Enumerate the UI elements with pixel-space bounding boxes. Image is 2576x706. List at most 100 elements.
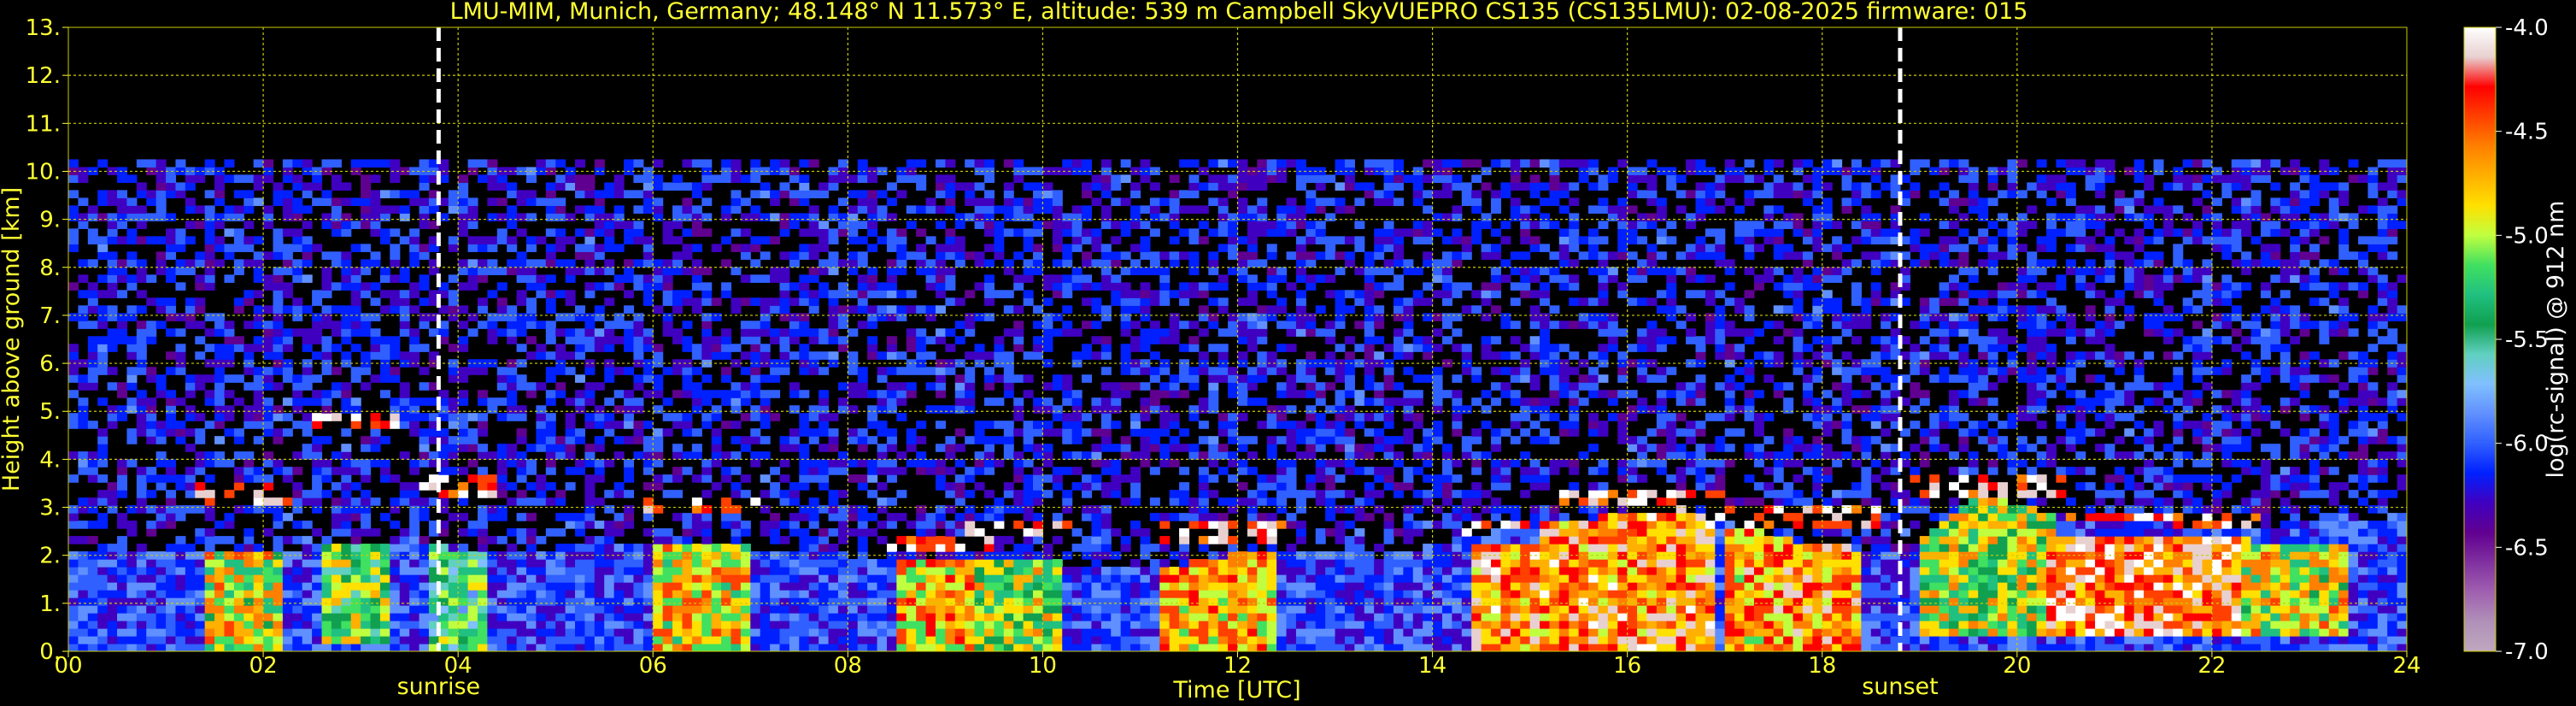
heatmap-cell <box>263 382 274 391</box>
heatmap-cell <box>507 636 518 644</box>
heatmap-cell <box>633 221 644 229</box>
heatmap-cell <box>341 505 352 514</box>
heatmap-cell <box>1033 528 1044 537</box>
heatmap-cell <box>1169 490 1180 498</box>
heatmap-cell <box>525 267 537 275</box>
heatmap-cell <box>1091 544 1102 552</box>
heatmap-cell <box>292 305 303 314</box>
heatmap-cell <box>1198 351 1209 360</box>
heatmap-cell <box>361 321 372 329</box>
heatmap-cell <box>409 521 420 529</box>
heatmap-cell <box>896 574 907 583</box>
heatmap-cell <box>253 259 264 268</box>
heatmap-cell <box>379 613 390 621</box>
heatmap-cell <box>837 628 848 637</box>
heatmap-cell <box>974 259 985 268</box>
heatmap-cell <box>877 213 888 221</box>
heatmap-cell <box>507 367 518 375</box>
heatmap-cell <box>701 421 713 429</box>
heatmap-cell <box>419 567 430 575</box>
heatmap-cell <box>1052 205 1063 214</box>
heatmap-cell <box>555 182 566 191</box>
heatmap-cell <box>837 451 848 460</box>
heatmap-cell <box>448 582 459 591</box>
heatmap-cell <box>779 536 790 544</box>
heatmap-cell <box>321 559 332 568</box>
heatmap-cell <box>273 321 284 329</box>
heatmap-cell <box>370 213 381 221</box>
heatmap-cell <box>467 613 478 621</box>
heatmap-cell <box>1179 621 1190 629</box>
heatmap-cell <box>594 436 605 444</box>
heatmap-cell <box>496 505 508 514</box>
heatmap-cell <box>1062 636 1073 644</box>
heatmap-cell <box>370 574 381 583</box>
heatmap-cell <box>331 644 342 651</box>
heatmap-cell <box>760 374 771 383</box>
heatmap-cell <box>916 536 927 544</box>
heatmap-cell <box>828 574 839 583</box>
heatmap-cell <box>886 521 897 529</box>
heatmap-cell <box>155 628 167 637</box>
heatmap-cell <box>701 567 713 575</box>
heatmap-cell <box>1218 221 1229 229</box>
heatmap-cell <box>1042 574 1053 583</box>
heatmap-cell <box>819 428 830 437</box>
heatmap-cell <box>253 405 264 414</box>
heatmap-cell <box>653 351 664 360</box>
heatmap-cell <box>916 351 927 360</box>
heatmap-cell <box>126 644 138 651</box>
heatmap-cell <box>837 597 848 606</box>
heatmap-cell <box>1023 582 1034 591</box>
heatmap-cell <box>1120 544 1131 552</box>
heatmap-cell <box>691 351 702 360</box>
heatmap-cell <box>711 344 722 352</box>
heatmap-cell <box>1140 205 1151 214</box>
heatmap-cell <box>770 621 781 629</box>
heatmap-cell <box>983 574 995 583</box>
heatmap-cell <box>399 421 410 429</box>
heatmap-cell <box>536 444 547 452</box>
heatmap-cell <box>1169 221 1180 229</box>
heatmap-cell <box>409 421 420 429</box>
heatmap-cell <box>750 174 761 184</box>
heatmap-cell <box>1052 567 1063 575</box>
heatmap-cell <box>1052 405 1063 414</box>
heatmap-cell <box>1247 297 1258 306</box>
heatmap-cell <box>379 374 390 383</box>
heatmap-cell <box>117 190 128 198</box>
heatmap-cell <box>204 397 215 406</box>
heatmap-cell <box>87 228 98 237</box>
heatmap-cell <box>584 336 596 344</box>
heatmap-cell <box>857 444 868 452</box>
heatmap-cell <box>136 336 147 344</box>
heatmap-cell <box>760 597 771 606</box>
heatmap-cell <box>516 297 527 306</box>
heatmap-cell <box>487 336 498 344</box>
heatmap-cell <box>1159 459 1171 468</box>
heatmap-cell <box>321 251 332 260</box>
heatmap-cell <box>857 297 868 306</box>
heatmap-cell <box>1071 421 1083 429</box>
heatmap-cell <box>1091 405 1102 414</box>
heatmap-cell <box>78 405 89 414</box>
heatmap-cell <box>789 513 800 521</box>
heatmap-cell <box>779 436 790 444</box>
heatmap-cell <box>195 336 206 344</box>
heatmap-cell <box>1100 513 1112 521</box>
heatmap-cell <box>136 305 147 314</box>
heatmap-cell <box>1130 259 1141 268</box>
heatmap-cell <box>1247 221 1258 229</box>
heatmap-cell <box>1179 590 1190 598</box>
heatmap-cell <box>731 190 742 198</box>
heatmap-cell <box>721 474 732 483</box>
heatmap-cell <box>770 390 781 398</box>
heatmap-cell <box>672 467 684 475</box>
heatmap-cell <box>653 505 664 514</box>
heatmap-cell <box>1228 436 1239 444</box>
heatmap-cell <box>1159 336 1171 344</box>
heatmap-cell <box>146 190 157 198</box>
heatmap-cell <box>1100 336 1112 344</box>
heatmap-cell <box>117 628 128 637</box>
heatmap-cell <box>136 221 147 229</box>
